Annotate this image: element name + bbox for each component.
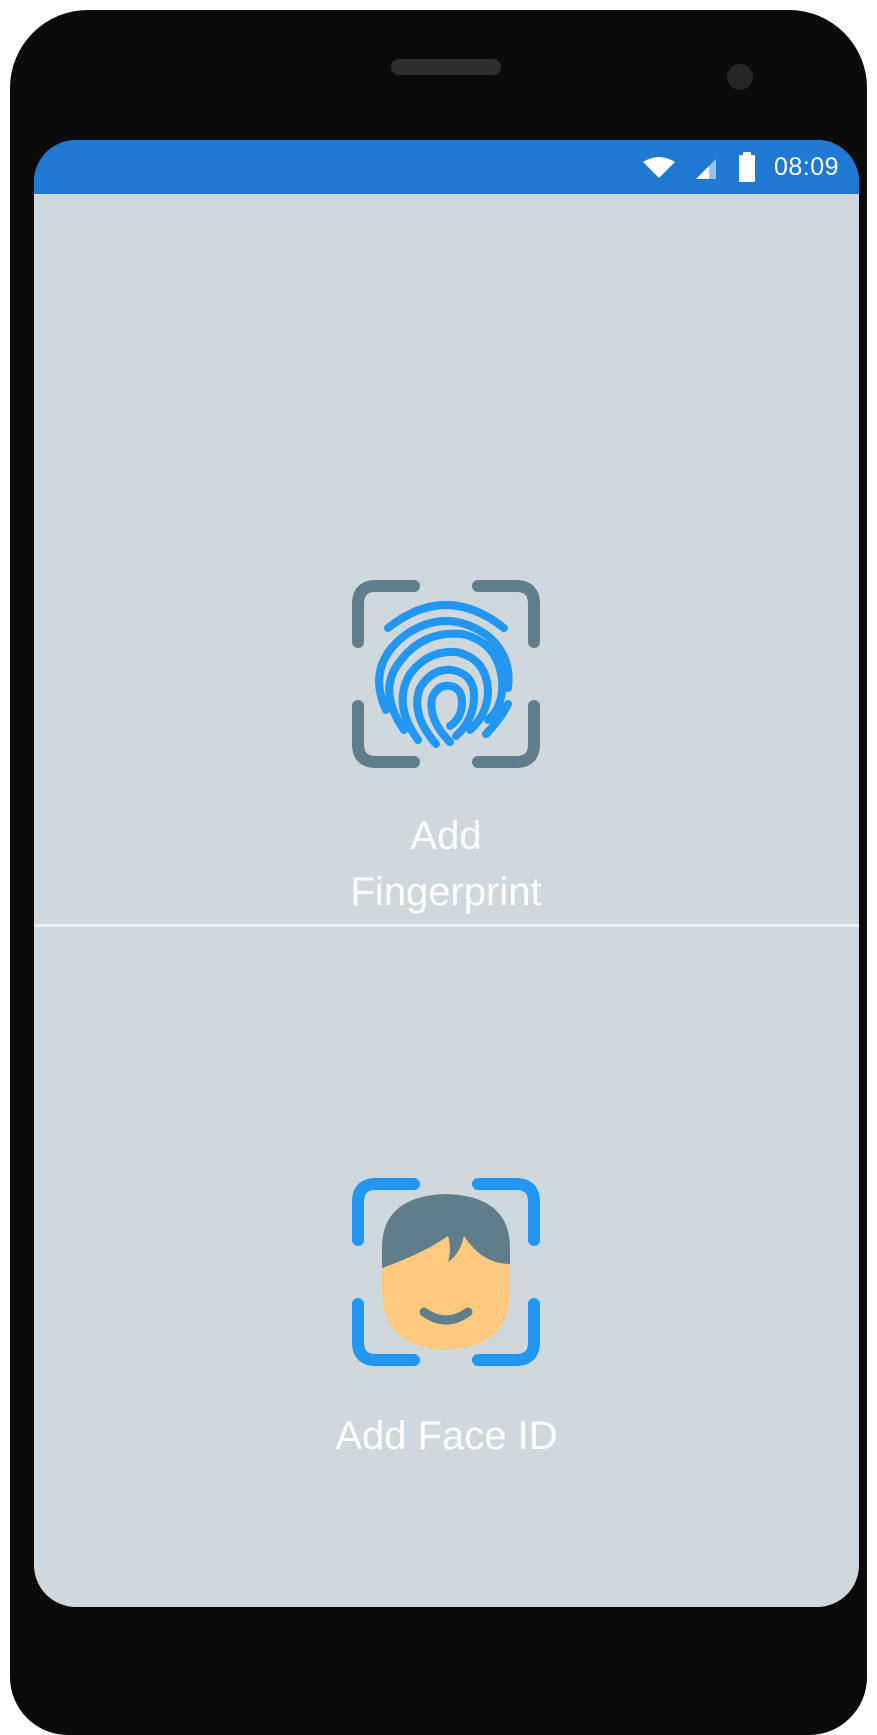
earpiece-speaker [391,59,501,75]
battery-icon [738,152,755,182]
front-camera [727,64,753,90]
add-fingerprint-label: Add Fingerprint [350,814,542,914]
face-scan-icon [352,1178,540,1366]
status-time: 08:09 [773,152,839,181]
cellular-signal-icon [695,159,716,179]
wifi-icon [642,157,675,178]
fingerprint-scan-icon [352,580,540,768]
add-face-id-button[interactable]: Add Face ID [34,927,859,1607]
phone-frame: 08:09 Add Fingerprint Add Face ID [10,10,867,1735]
status-bar: 08:09 [34,140,859,194]
status-icons: 08:09 [642,140,839,194]
screen: 08:09 Add Fingerprint Add Face ID [34,140,859,1607]
add-face-id-label: Add Face ID [335,1414,558,1458]
add-fingerprint-button[interactable]: Add Fingerprint [34,194,859,924]
